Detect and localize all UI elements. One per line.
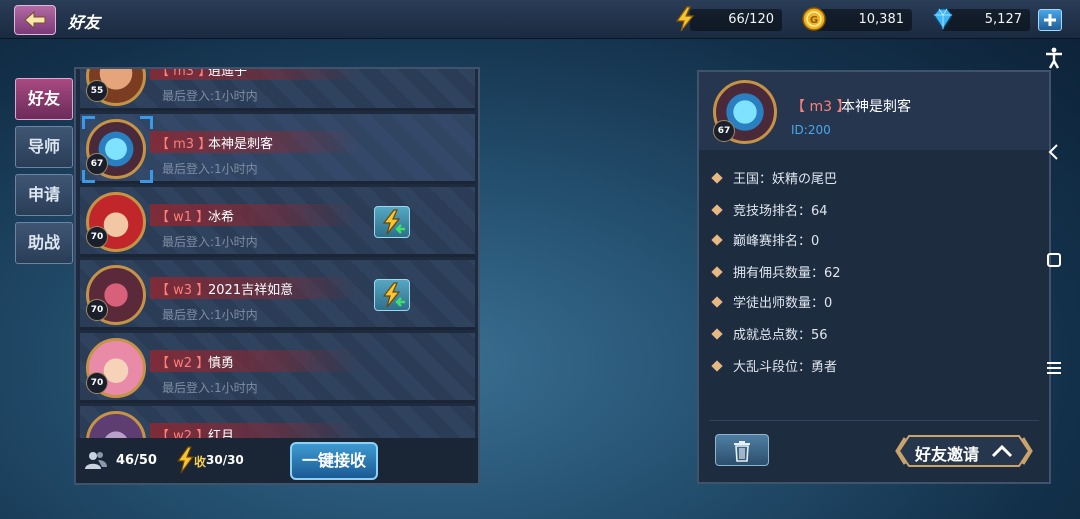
system-nav-bar <box>1028 38 1080 519</box>
stat-kingdom: 王国：妖精の尾巴 <box>711 168 838 187</box>
selection-corner <box>140 170 153 183</box>
invite-friend-button[interactable]: 好友邀请 <box>895 432 1033 470</box>
stat-text: 拥有佣兵数量：62 <box>733 266 841 281</box>
friend-row[interactable]: 70 【 w2 】 慎勇 最后登入:1小时内 <box>80 333 475 403</box>
svg-text:G: G <box>810 15 818 26</box>
page-title: 好友 <box>68 13 101 32</box>
chevron-left-icon[interactable] <box>1042 140 1066 164</box>
friend-server: 【 w1 】 <box>156 210 210 225</box>
gold-counter: 10,381 <box>812 9 912 31</box>
stat-text: 学徒出师数量：0 <box>733 296 833 311</box>
delete-friend-button[interactable] <box>715 434 769 466</box>
back-arrow-icon <box>24 11 46 29</box>
level-badge: 70 <box>86 226 108 248</box>
collect-count: 30/30 <box>206 453 244 467</box>
diamond-bullet-icon <box>711 266 723 278</box>
friend-list[interactable]: 55 【 m3 】 逍遥子 最后登入:1小时内 67 【 m3 】 本神是刺客 … <box>80 69 475 438</box>
diamond-bullet-icon <box>711 360 723 372</box>
lightning-send-icon <box>382 282 405 308</box>
tab-assist[interactable]: 助战 <box>15 222 73 264</box>
collect-label: 收 <box>194 455 207 469</box>
stat-text: 成就总点数：56 <box>733 328 828 343</box>
friend-row[interactable]: 70 【 w3 】 2021吉祥如意 最后登入:1小时内 <box>80 260 475 330</box>
friend-row[interactable]: 【 w2 】 红月 <box>80 406 475 438</box>
avatar <box>86 411 146 438</box>
friend-name: 冰希 <box>208 210 235 225</box>
level-badge: 55 <box>86 80 108 102</box>
selection-corner <box>82 116 95 129</box>
stat-text: 王国：妖精の尾巴 <box>733 172 838 187</box>
friend-server: 【 m3 】 <box>156 137 212 152</box>
friend-name: 慎勇 <box>208 356 235 371</box>
tab-friends[interactable]: 好友 <box>15 78 73 120</box>
selection-corner <box>82 170 95 183</box>
friend-server: 【 w3 】 <box>156 283 210 298</box>
friend-server: 【 w2 】 <box>156 356 210 371</box>
level-badge: 70 <box>86 372 108 394</box>
selection-corner <box>140 116 153 129</box>
stamina-counter: 66/120 <box>690 9 782 31</box>
diamond-bullet-icon <box>711 172 723 184</box>
detail-header: 67 【 m3 】 本神是刺客 ID:200 <box>699 72 1049 150</box>
friend-detail-panel: 67 【 m3 】 本神是刺客 ID:200 王国：妖精の尾巴 竞技场排名：64… <box>697 70 1051 484</box>
friends-count: 46/50 <box>116 453 157 468</box>
friend-list-panel: 55 【 m3 】 逍遥子 最后登入:1小时内 67 【 m3 】 本神是刺客 … <box>74 67 480 485</box>
stat-brawl-tier: 大乱斗段位：勇者 <box>711 356 838 375</box>
stat-text: 巅峰赛排名：0 <box>733 234 820 249</box>
friend-name: 本神是刺客 <box>208 137 274 152</box>
last-login-text: 最后登入:1小时内 <box>162 235 258 249</box>
stat-text: 竞技场排名：64 <box>733 204 828 219</box>
trash-icon <box>734 441 750 462</box>
diamond-bullet-icon <box>711 204 723 216</box>
friend-server: 【 w2 】 <box>156 429 210 438</box>
add-diamonds-button[interactable] <box>1038 9 1062 31</box>
level-badge: 67 <box>713 120 735 142</box>
accessibility-icon[interactable] <box>1042 46 1066 70</box>
tab-requests[interactable]: 申请 <box>15 174 73 216</box>
divider <box>709 420 1039 421</box>
stat-mercenaries: 拥有佣兵数量：62 <box>711 262 841 281</box>
stat-apprentices: 学徒出师数量：0 <box>711 292 833 311</box>
friend-row[interactable]: 55 【 m3 】 逍遥子 最后登入:1小时内 <box>80 69 475 111</box>
last-login-text: 最后登入:1小时内 <box>162 89 258 103</box>
collect-all-button[interactable]: 一键接收 <box>290 442 378 480</box>
top-bar: 好友 66/120 10,381 G 5,127 <box>0 0 1080 39</box>
diamond-bullet-icon <box>711 234 723 246</box>
gold-coin-icon: G <box>802 7 826 31</box>
stat-arena-rank: 竞技场排名：64 <box>711 200 828 219</box>
stat-text: 大乱斗段位：勇者 <box>733 360 838 375</box>
level-badge: 70 <box>86 299 108 321</box>
diamond-bullet-icon <box>711 328 723 340</box>
home-square-icon[interactable] <box>1042 248 1066 272</box>
diamond-bullet-icon <box>711 296 723 308</box>
diamond-icon <box>933 8 953 31</box>
friend-name: 逍遥子 <box>208 69 248 79</box>
stat-achievements: 成就总点数：56 <box>711 324 828 343</box>
stat-peak-rank: 巅峰赛排名：0 <box>711 230 820 249</box>
last-login-text: 最后登入:1小时内 <box>162 308 258 322</box>
plus-icon <box>1044 14 1056 26</box>
chevron-up-icon <box>991 444 1013 458</box>
lightning-icon <box>176 446 195 474</box>
invite-label: 好友邀请 <box>915 445 980 464</box>
friend-list-footer: 46/50 收 30/30 一键接收 <box>76 438 478 483</box>
friend-row[interactable]: 70 【 w1 】 冰希 最后登入:1小时内 <box>80 187 475 257</box>
last-login-text: 最后登入:1小时内 <box>162 162 258 176</box>
last-login-text: 最后登入:1小时内 <box>162 381 258 395</box>
lightning-send-icon <box>382 209 405 235</box>
lightning-icon <box>675 6 695 32</box>
menu-icon[interactable] <box>1042 356 1066 380</box>
send-energy-button[interactable] <box>374 279 410 311</box>
back-button[interactable] <box>14 5 56 35</box>
friends-people-icon <box>85 452 107 469</box>
friend-row[interactable]: 67 【 m3 】 本神是刺客 最后登入:1小时内 <box>80 114 475 184</box>
friend-server: 【 m3 】 <box>156 69 212 79</box>
friend-name: 2021吉祥如意 <box>208 283 294 298</box>
friend-name: 红月 <box>208 429 235 438</box>
detail-name: 本神是刺客 <box>841 99 911 115</box>
send-energy-button[interactable] <box>374 206 410 238</box>
tab-mentor[interactable]: 导师 <box>15 126 73 168</box>
detail-id: ID:200 <box>791 123 831 137</box>
